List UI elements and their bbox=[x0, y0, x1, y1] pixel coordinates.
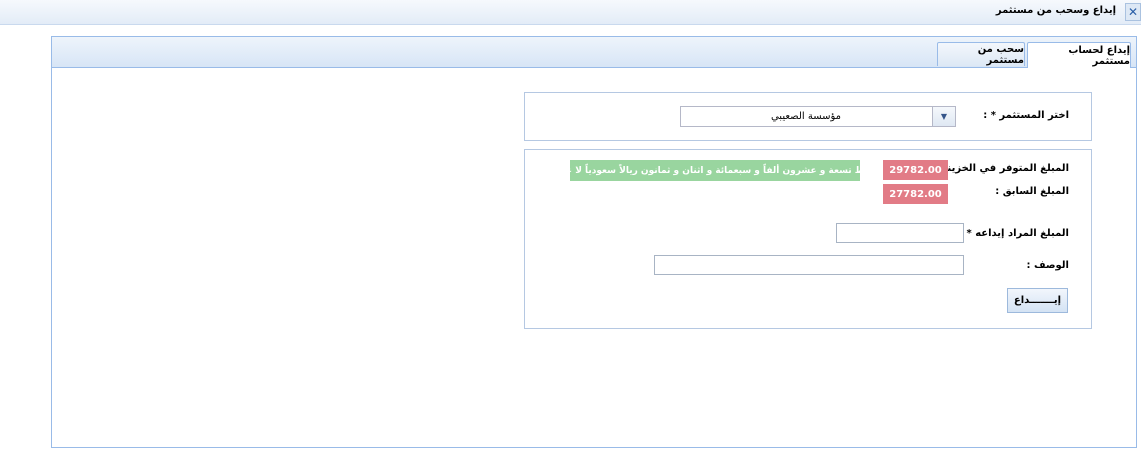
previous-amount-label: المبلغ السابق : bbox=[995, 186, 1069, 197]
deposit-button[interactable]: إيـــــــداع bbox=[1007, 288, 1068, 313]
description-label: الوصف : bbox=[1026, 260, 1069, 271]
chevron-down-icon[interactable]: ▼ bbox=[932, 107, 955, 126]
available-amount-badge: 29782.00 bbox=[883, 160, 948, 180]
tab-deposit-investor[interactable]: إيداع لحساب مستثمر bbox=[1027, 42, 1131, 68]
investor-selected-value: مؤسسة الصعيبي bbox=[770, 111, 842, 122]
main-panel: إيداع لحساب مستثمر سحب من مستثمر اختر ال… bbox=[51, 36, 1137, 448]
investor-combobox[interactable]: مؤسسة الصعيبي ▼ bbox=[680, 106, 956, 127]
available-amount-label: المبلغ المتوفر في الخزينة : bbox=[934, 163, 1069, 174]
description-input[interactable] bbox=[654, 255, 964, 275]
investor-label: اختر المستثمر * : bbox=[983, 110, 1069, 121]
tab-strip: إيداع لحساب مستثمر سحب من مستثمر bbox=[52, 37, 1136, 68]
deposit-form-section: المبلغ المتوفر في الخزينة : 29782.00 فقط… bbox=[524, 149, 1092, 329]
close-icon[interactable]: ✕ bbox=[1125, 3, 1141, 21]
investor-select-section: اختر المستثمر * : مؤسسة الصعيبي ▼ bbox=[524, 92, 1092, 141]
previous-amount-badge: 27782.00 bbox=[883, 184, 948, 204]
tab-withdraw-investor[interactable]: سحب من مستثمر bbox=[937, 42, 1025, 66]
deposit-amount-input[interactable] bbox=[836, 223, 964, 243]
window-title: إيداع وسحب من مستثمر bbox=[995, 5, 1116, 16]
available-amount-words: فقط تسعة و عشرون ألفاً و سبعمائة و اثنان… bbox=[570, 160, 860, 181]
window-titlebar: إيداع وسحب من مستثمر ✕ bbox=[0, 0, 1141, 25]
deposit-amount-label: المبلغ المراد إيداعه * : bbox=[959, 228, 1069, 239]
